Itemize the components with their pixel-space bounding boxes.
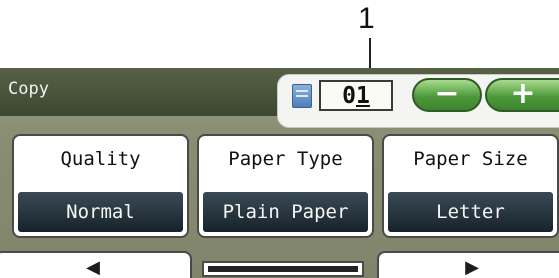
minus-button[interactable]: − bbox=[412, 78, 482, 112]
right-arrow-icon: ▶ bbox=[465, 257, 479, 278]
scroll-left-button[interactable]: ◀ bbox=[0, 251, 192, 278]
paper-type-value: Plain Paper bbox=[203, 192, 368, 232]
quality-value: Normal bbox=[18, 192, 183, 232]
callout-number: 1 bbox=[358, 2, 375, 35]
paper-size-value: Letter bbox=[388, 192, 553, 232]
plus-button[interactable]: + bbox=[485, 78, 559, 112]
mode-title: Copy bbox=[8, 79, 49, 99]
left-arrow-icon: ◀ bbox=[86, 257, 100, 278]
paper-size-label: Paper Size bbox=[413, 148, 528, 170]
document-icon bbox=[292, 84, 312, 108]
paper-type-setting-button[interactable]: Paper Type Plain Paper bbox=[197, 134, 374, 238]
quality-label: Quality bbox=[60, 148, 141, 170]
scroll-right-button[interactable]: ▶ bbox=[377, 251, 559, 278]
copy-count-display: 01 bbox=[319, 80, 393, 111]
copy-count-prefix: 0 bbox=[342, 83, 356, 109]
quality-setting-button[interactable]: Quality Normal bbox=[12, 134, 189, 238]
paper-type-label: Paper Type bbox=[228, 148, 343, 170]
paper-size-setting-button[interactable]: Paper Size Letter bbox=[382, 134, 559, 238]
scroll-indicator[interactable] bbox=[202, 261, 364, 277]
scroll-thumb[interactable] bbox=[208, 266, 358, 272]
copy-count-digit: 1 bbox=[356, 83, 370, 109]
lcd-screen: Copy 01 − + Quality Normal Paper Type Pl… bbox=[0, 68, 559, 278]
